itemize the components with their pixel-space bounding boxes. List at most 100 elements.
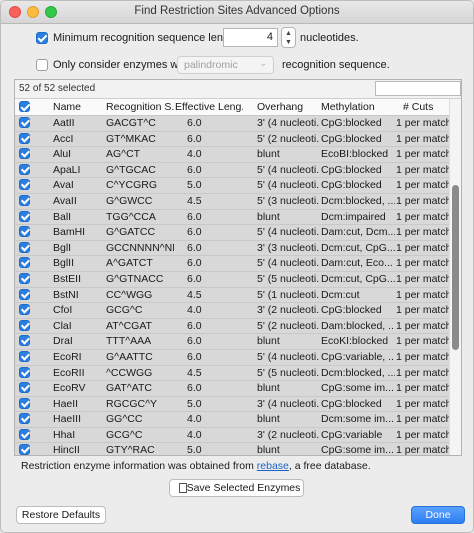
row-checkbox[interactable] xyxy=(19,335,30,347)
row-checkbox[interactable] xyxy=(19,163,30,175)
cell-effective-length: 6.0 xyxy=(187,241,202,254)
table-row[interactable]: AvaII G^GWCC 4.5 5' (3 nucleoti... Dcm:block… xyxy=(15,193,451,210)
table-row[interactable]: ClaI AT^CGAT 6.0 5' (2 nucleoti... Dam:block… xyxy=(15,318,451,335)
row-checkbox[interactable] xyxy=(19,210,30,222)
cell-name: EcoRV xyxy=(53,382,86,395)
stepper-down-icon[interactable]: ▼ xyxy=(282,38,295,47)
restore-defaults-button[interactable]: Restore Defaults xyxy=(16,506,106,524)
table-row[interactable]: BamHI G^GATCC 6.0 5' (4 nucleoti... Dam:cut,… xyxy=(15,225,451,241)
row-checkbox[interactable] xyxy=(19,444,30,455)
cell-cuts: 1 per match xyxy=(396,319,450,332)
row-checkbox[interactable] xyxy=(19,132,30,144)
col-cuts[interactable]: # Cuts xyxy=(403,101,449,113)
cell-effective-length: 6.0 xyxy=(187,382,202,395)
col-effective-length[interactable]: Effective Leng... xyxy=(175,101,243,113)
row-checkbox[interactable] xyxy=(19,288,30,300)
select-all-checkbox[interactable] xyxy=(19,101,30,112)
col-recognition[interactable]: Recognition S... xyxy=(106,101,174,113)
row-checkbox[interactable] xyxy=(19,413,30,425)
table-row[interactable]: CfoI GCG^C 4.0 3' (2 nucleoti... CpG:blocked… xyxy=(15,303,451,319)
row-checkbox[interactable] xyxy=(19,382,30,394)
table-row[interactable]: BstEII G^GTNACC 6.0 5' (5 nucleoti... Dcm:cu… xyxy=(15,271,451,288)
cell-name: BalI xyxy=(53,210,72,223)
row-checkbox[interactable] xyxy=(19,241,30,253)
cell-methylation: CpG:some im... xyxy=(321,382,394,395)
rebase-link[interactable]: rebase xyxy=(257,460,289,472)
table-row[interactable]: AluI AG^CT 4.0 blunt EcoBI:blocked 1 per matc… xyxy=(15,147,451,163)
cell-name: EcoRII xyxy=(53,366,85,379)
scrollbar-thumb[interactable] xyxy=(452,185,459,350)
min-length-input[interactable]: 4 xyxy=(223,28,278,47)
row-checkbox[interactable] xyxy=(19,397,30,409)
table-row[interactable]: AccI GT^MKAC 6.0 5' (2 nucleoti... CpG:block… xyxy=(15,131,451,148)
cell-name: CfoI xyxy=(53,304,73,317)
table-row[interactable]: EcoRI G^AATTC 6.0 5' (4 nucleoti... CpG:vari… xyxy=(15,349,451,366)
save-selected-enzymes-button[interactable]: Save Selected Enzymes xyxy=(169,479,304,497)
cell-overhang: 5' (3 nucleoti... xyxy=(257,194,319,207)
min-length-stepper[interactable]: ▲ ▼ xyxy=(281,27,296,48)
col-name[interactable]: Name xyxy=(53,101,103,113)
chevron-down-icon: ⌄ xyxy=(259,58,267,68)
row-checkbox[interactable] xyxy=(19,226,30,238)
row-checkbox[interactable] xyxy=(19,350,30,362)
table-row[interactable]: HincII GTY^RAC 5.0 blunt CpG:some im... 1 per… xyxy=(15,443,451,456)
cell-methylation: CpG:variable xyxy=(321,428,383,441)
cell-name: ApaLI xyxy=(53,163,81,176)
table-row[interactable]: HaeIII GG^CC 4.0 blunt Dcm:some im... 1 per m… xyxy=(15,412,451,428)
row-checkbox[interactable] xyxy=(19,366,30,378)
cell-recognition: GCG^C xyxy=(106,304,143,317)
cell-name: AatII xyxy=(53,117,75,129)
table-row[interactable]: EcoRII ^CCWGG 4.5 5' (5 nucleoti... Dcm:bloc… xyxy=(15,365,451,382)
only-consider-checkbox[interactable] xyxy=(36,59,48,71)
table-row[interactable]: BglI GCCNNNN^NN... 6.0 3' (3 nucleoti...Dcm… xyxy=(15,240,451,257)
table-row[interactable]: AvaI C^YCGRG 5.0 5' (4 nucleoti... CpG:block… xyxy=(15,178,451,194)
stepper-up-icon[interactable]: ▲ xyxy=(282,29,295,38)
cell-overhang: 3' (2 nucleoti... xyxy=(257,428,319,441)
min-length-checkbox[interactable] xyxy=(36,32,48,44)
table-row[interactable]: BstNI CC^WGG 4.5 5' (1 nucleoti... Dcm:cut 1 … xyxy=(15,287,451,304)
cell-effective-length: 6.0 xyxy=(187,319,202,332)
cell-methylation: Dcm:impaired xyxy=(321,210,386,223)
save-button-label: Save Selected Enzymes xyxy=(186,482,301,494)
table-row[interactable]: DraI TTT^AAA 6.0 blunt EcoKI:blocked 1 per ma… xyxy=(15,334,451,350)
table-row[interactable]: AatII GACGT^C 6.0 3' (4 nucleoti... CpG:bloc… xyxy=(15,116,451,132)
cell-methylation: EcoKI:blocked xyxy=(321,335,389,348)
cell-methylation: Dcm:some im... xyxy=(321,413,394,426)
table-row[interactable]: BglII A^GATCT 6.0 5' (4 nucleoti... Dam:cut,… xyxy=(15,256,451,272)
cell-name: ClaI xyxy=(53,319,72,332)
row-checkbox[interactable] xyxy=(19,194,30,206)
table-row[interactable]: ApaLI G^TGCAC 6.0 5' (4 nucleoti... CpG:bloc… xyxy=(15,162,451,179)
cell-recognition: AG^CT xyxy=(106,148,141,161)
row-checkbox[interactable] xyxy=(19,428,30,440)
row-checkbox[interactable] xyxy=(19,148,30,160)
done-button[interactable]: Done xyxy=(411,506,465,524)
cell-recognition: TTT^AAA xyxy=(106,335,152,348)
table-row[interactable]: HhaI GCG^C 4.0 3' (2 nucleoti... CpG:variabl… xyxy=(15,427,451,444)
col-overhang[interactable]: Overhang xyxy=(257,101,327,113)
cell-methylation: Dcm:cut xyxy=(321,288,360,301)
palindromic-select[interactable]: palindromic ⌄ xyxy=(177,56,274,74)
table-row[interactable]: BalI TGG^CCA 6.0 blunt Dcm:impaired 1 per mat… xyxy=(15,209,451,226)
cell-overhang: 5' (1 nucleoti... xyxy=(257,288,319,301)
cell-effective-length: 4.0 xyxy=(187,304,202,317)
row-checkbox[interactable] xyxy=(19,257,30,269)
cell-recognition: GTY^RAC xyxy=(106,444,155,456)
col-methylation[interactable]: Methylation xyxy=(321,101,387,113)
row-checkbox[interactable] xyxy=(19,117,30,128)
cell-cuts: 1 per match xyxy=(396,397,450,410)
row-checkbox[interactable] xyxy=(19,272,30,284)
cell-cuts: 1 per match xyxy=(396,366,450,379)
cell-methylation: Dam:cut, Dcm... xyxy=(321,226,395,239)
table-row[interactable]: EcoRV GAT^ATC 6.0 blunt CpG:some im... 1 per … xyxy=(15,381,451,397)
row-checkbox[interactable] xyxy=(19,304,30,316)
cell-methylation: Dcm:blocked, ... xyxy=(321,366,395,379)
row-checkbox[interactable] xyxy=(19,179,30,191)
cell-effective-length: 6.0 xyxy=(187,210,202,223)
table-search-input[interactable] xyxy=(375,81,461,96)
cell-methylation: CpG:blocked xyxy=(321,397,382,410)
cell-recognition: GAT^ATC xyxy=(106,382,152,395)
table-scrollbar[interactable] xyxy=(449,99,461,455)
row-checkbox[interactable] xyxy=(19,319,30,331)
table-row[interactable]: HaeII RGCGC^Y 5.0 3' (4 nucleoti... CpG:bloc… xyxy=(15,396,451,413)
cell-recognition: G^GWCC xyxy=(106,194,153,207)
